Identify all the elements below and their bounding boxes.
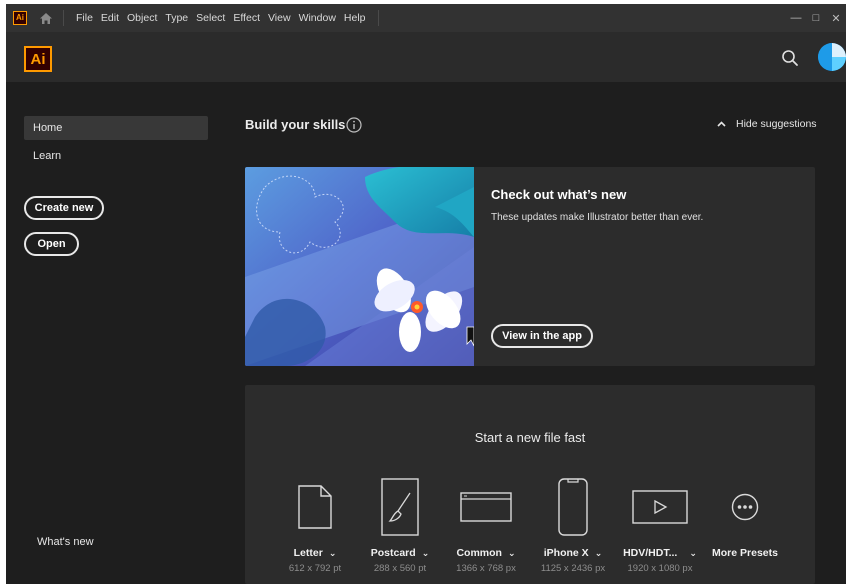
close-button[interactable]: ✕	[826, 8, 846, 28]
menu-effect[interactable]: Effect	[229, 4, 264, 32]
menu-divider	[63, 10, 64, 26]
illustrator-logo-icon: Ai	[24, 46, 52, 72]
create-new-button[interactable]: Create new	[24, 196, 104, 220]
illustrator-window: Ai File Edit Object Type Select Effect V…	[6, 4, 846, 584]
home-icon[interactable]	[37, 9, 55, 27]
search-icon[interactable]	[781, 49, 799, 67]
menu-window[interactable]: Window	[295, 4, 340, 32]
hide-suggestions-button[interactable]: Hide suggestions	[717, 118, 817, 130]
video-icon	[615, 477, 705, 537]
minimize-button[interactable]: —	[786, 8, 806, 28]
menu-help[interactable]: Help	[340, 4, 370, 32]
preset-postcard-label: Postcard ⌄	[370, 547, 430, 559]
whats-new-link[interactable]: What's new	[37, 536, 94, 548]
view-in-app-button[interactable]: View in the app	[491, 324, 593, 348]
preset-hdv[interactable]: HDV/HDT... ⌄ 1920 x 1080 px	[615, 477, 705, 574]
preset-iphone-x-label: iPhone X ⌄	[543, 547, 603, 559]
more-icon	[700, 477, 790, 537]
app-logo-icon: Ai	[13, 11, 27, 25]
new-file-title: Start a new file fast	[474, 430, 586, 445]
feature-illustration	[245, 167, 474, 366]
preset-hdv-size: 1920 x 1080 px	[627, 563, 693, 574]
whats-new-card: Check out what’s new These updates make …	[245, 167, 815, 366]
preset-common[interactable]: Common ⌄ 1366 x 768 px	[441, 477, 531, 574]
chevron-down-icon: ⌄	[507, 547, 516, 558]
chevron-up-icon	[717, 121, 726, 127]
avatar[interactable]	[818, 43, 846, 71]
preset-more[interactable]: More Presets	[700, 477, 790, 563]
card-description: These updates make Illustrator better th…	[491, 212, 704, 223]
hide-suggestions-label: Hide suggestions	[736, 118, 817, 130]
preset-postcard-size: 288 x 560 pt	[373, 563, 427, 574]
preset-hdv-label: HDV/HDT... ⌄	[623, 547, 697, 559]
menu-select[interactable]: Select	[192, 4, 229, 32]
chevron-down-icon: ⌄	[689, 547, 697, 558]
preset-more-label: More Presets	[712, 547, 778, 559]
phone-icon	[528, 477, 618, 537]
preset-iphone-x-size: 1125 x 2436 px	[540, 563, 606, 574]
menu-edit[interactable]: Edit	[97, 4, 123, 32]
preset-letter-size: 612 x 792 pt	[288, 563, 342, 574]
brush-icon	[355, 477, 445, 537]
menu-object[interactable]: Object	[123, 4, 161, 32]
menu-file[interactable]: File	[72, 4, 97, 32]
menu-view[interactable]: View	[264, 4, 295, 32]
open-button[interactable]: Open	[24, 232, 79, 256]
menu-type[interactable]: Type	[161, 4, 192, 32]
chevron-down-icon: ⌄	[421, 547, 430, 558]
menu-bar: Ai File Edit Object Type Select Effect V…	[6, 4, 846, 32]
sidebar-item-home[interactable]: Home	[24, 116, 208, 140]
preset-common-label: Common ⌄	[456, 547, 516, 559]
preset-letter[interactable]: Letter ⌄ 612 x 792 pt	[270, 477, 360, 574]
window-controls: — □ ✕	[786, 4, 846, 32]
card-title: Check out what’s new	[491, 187, 627, 202]
document-icon	[270, 477, 360, 537]
preset-iphone-x[interactable]: iPhone X ⌄ 1125 x 2436 px	[528, 477, 618, 574]
skills-title: Build your skills	[245, 117, 346, 132]
browser-icon	[441, 477, 531, 537]
chevron-down-icon: ⌄	[328, 547, 337, 558]
preset-postcard[interactable]: Postcard ⌄ 288 x 560 pt	[355, 477, 445, 574]
preset-letter-label: Letter ⌄	[293, 547, 337, 559]
sidebar-item-learn[interactable]: Learn	[24, 144, 208, 168]
maximize-button[interactable]: □	[806, 8, 826, 28]
new-file-panel: Start a new file fast Letter ⌄ 612 x 792 …	[245, 385, 815, 584]
chevron-down-icon: ⌄	[594, 547, 603, 558]
menu-divider	[377, 10, 379, 26]
app-header: Ai	[6, 32, 846, 82]
preset-common-size: 1366 x 768 px	[456, 563, 516, 574]
info-icon[interactable]	[346, 117, 362, 133]
